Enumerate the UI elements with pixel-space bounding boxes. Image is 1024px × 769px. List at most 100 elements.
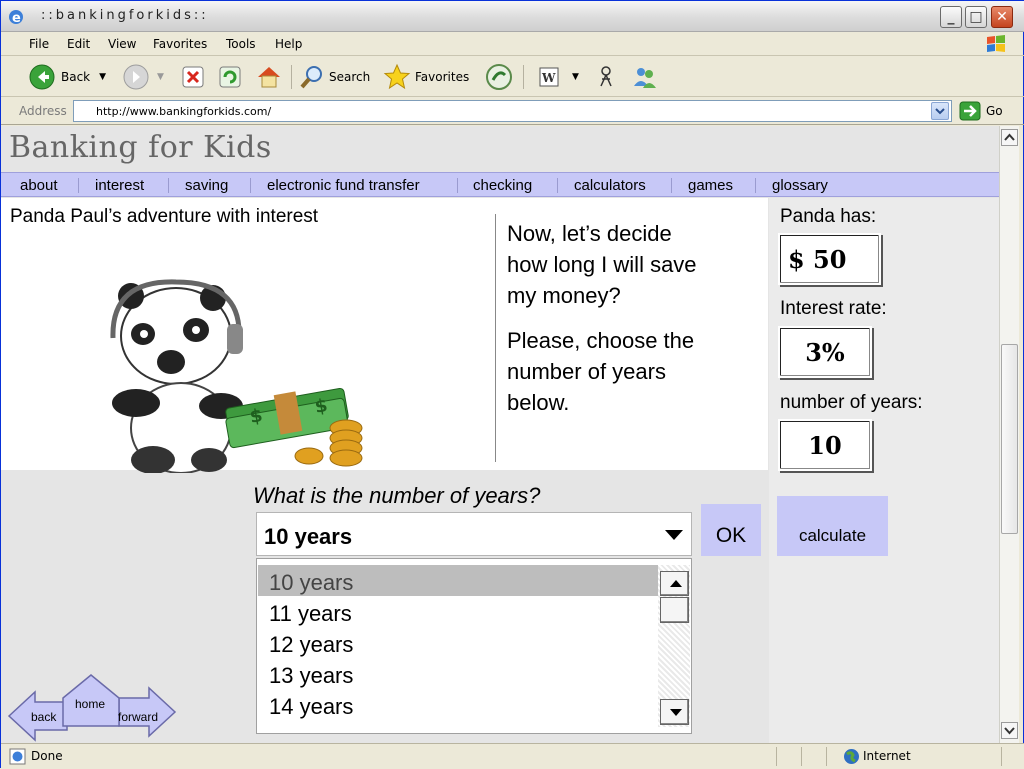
scroll-down-button[interactable] — [660, 699, 689, 725]
nav-electronic-fund-transfer[interactable]: electronic fund transfer — [267, 177, 420, 194]
media-icon — [486, 64, 512, 90]
scroll-thumb[interactable] — [660, 597, 689, 623]
toolbar: Back ▼ ▼ Search Favorites W ▼ — [1, 57, 1024, 97]
ok-button[interactable]: OK — [701, 504, 761, 556]
toolbar-separator — [291, 65, 292, 89]
back-dropdown-icon[interactable]: ▼ — [99, 72, 106, 82]
minimize-button[interactable]: _ — [940, 6, 962, 28]
scroll-up-button[interactable] — [1001, 129, 1018, 146]
nav-about[interactable]: about — [20, 177, 58, 194]
forward-arrow-icon — [123, 64, 149, 90]
years-listbox[interactable]: 10 years 11 years 12 years 13 years 14 y… — [256, 558, 692, 734]
nav-saving[interactable]: saving — [185, 177, 228, 194]
refresh-button[interactable] — [218, 63, 242, 91]
menu-edit[interactable]: Edit — [67, 37, 90, 51]
status-separator — [826, 747, 827, 766]
address-bar: Address http://www.bankingforkids.com/ G… — [1, 98, 1024, 125]
chevron-down-icon — [1004, 727, 1015, 735]
research-icon — [600, 66, 612, 87]
story-panel: Panda Paul’s adventure with interest $ $… — [1, 198, 768, 473]
years-value: 10 — [778, 419, 872, 471]
page-back-link[interactable]: back — [31, 710, 56, 724]
site-logo[interactable]: Banking for Kids — [9, 130, 272, 165]
scroll-thumb[interactable] — [1001, 344, 1018, 534]
menu-help[interactable]: Help — [275, 37, 302, 51]
forward-dropdown-icon[interactable]: ▼ — [157, 72, 164, 82]
story-title: Panda Paul’s adventure with interest — [10, 206, 319, 227]
close-button[interactable]: ✕ — [991, 6, 1013, 28]
home-button[interactable] — [255, 63, 283, 91]
list-item[interactable]: 12 years — [258, 627, 658, 658]
nav-separator — [78, 178, 79, 193]
interest-rate-label: Interest rate: — [780, 298, 887, 319]
search-button[interactable]: Search — [299, 63, 370, 91]
panda-money-illustration: $ $ — [110, 279, 363, 473]
home-icon — [258, 67, 280, 88]
menu-tools[interactable]: Tools — [226, 37, 256, 51]
status-separator — [776, 747, 777, 766]
word-button[interactable]: W ▼ — [538, 63, 579, 91]
word-icon: W — [539, 67, 559, 87]
story-paragraph-1: Now, let’s decide how long I will save m… — [507, 221, 697, 308]
panda-has-label: Panda has: — [780, 206, 877, 227]
list-item[interactable]: 11 years — [258, 596, 658, 627]
nav-glossary[interactable]: glossary — [772, 177, 828, 194]
nav-interest[interactable]: interest — [95, 177, 144, 194]
go-arrow-icon — [959, 101, 981, 121]
scroll-down-button[interactable] — [1001, 722, 1018, 739]
years-select[interactable]: 10 years — [256, 512, 692, 556]
go-label: Go — [986, 104, 1003, 118]
toolbar-separator — [523, 65, 524, 89]
interest-rate-value: 3% — [778, 326, 872, 378]
search-icon — [300, 66, 322, 89]
star-icon — [383, 63, 411, 90]
nav-games[interactable]: games — [688, 177, 733, 194]
menu-file[interactable]: File — [29, 37, 49, 51]
forward-button[interactable]: ▼ — [123, 63, 164, 91]
menu-favorites[interactable]: Favorites — [153, 37, 207, 51]
page-scrollbar[interactable] — [999, 126, 1019, 743]
page-forward-link[interactable]: forward — [118, 710, 158, 724]
address-url: http://www.bankingforkids.com/ — [96, 105, 272, 118]
chevron-up-icon — [1004, 133, 1015, 141]
stop-button[interactable] — [181, 63, 205, 91]
list-item[interactable]: 14 years — [258, 689, 658, 720]
nav-separator — [457, 178, 458, 193]
site-nav: about interest saving electronic fund tr… — [1, 172, 999, 197]
scroll-up-button[interactable] — [660, 571, 689, 596]
back-label: Back — [61, 70, 91, 84]
years-select-value: 10 years — [264, 524, 353, 549]
page-nav: back home forward — [7, 674, 182, 742]
page-home-link[interactable]: home — [75, 697, 105, 711]
nav-separator — [250, 178, 251, 193]
address-input[interactable]: http://www.bankingforkids.com/ — [73, 100, 952, 122]
arrow-down-icon — [670, 709, 682, 716]
page-content: Banking for Kids about interest saving e… — [1, 126, 999, 743]
status-separator — [801, 747, 802, 766]
back-button[interactable]: Back ▼ — [29, 63, 106, 91]
go-button[interactable]: Go — [959, 101, 1003, 121]
research-button[interactable] — [593, 63, 619, 91]
refresh-icon — [219, 66, 241, 88]
menu-view[interactable]: View — [108, 37, 136, 51]
dropdown-arrow-icon[interactable] — [665, 530, 683, 540]
calculate-button[interactable]: calculate — [777, 496, 888, 556]
nav-separator — [168, 178, 169, 193]
search-label: Search — [329, 70, 371, 84]
maximize-button[interactable]: □ — [965, 6, 987, 28]
messenger-button[interactable] — [631, 63, 659, 91]
svg-text:W: W — [541, 71, 556, 85]
list-item[interactable]: 13 years — [258, 658, 658, 689]
nav-calculators[interactable]: calculators — [574, 177, 646, 194]
word-dropdown-icon[interactable]: ▼ — [572, 72, 579, 82]
favorites-button[interactable]: Favorites — [383, 63, 469, 91]
messenger-icon — [634, 68, 656, 88]
panda-has-value: $ 50 — [778, 233, 881, 285]
address-dropdown-button[interactable] — [931, 102, 949, 120]
list-item[interactable]: 10 years — [258, 565, 658, 596]
status-separator — [1001, 747, 1002, 766]
listbox-scrollbar[interactable] — [658, 565, 690, 727]
nav-separator — [755, 178, 756, 193]
nav-checking[interactable]: checking — [473, 177, 532, 194]
media-button[interactable] — [485, 63, 513, 91]
